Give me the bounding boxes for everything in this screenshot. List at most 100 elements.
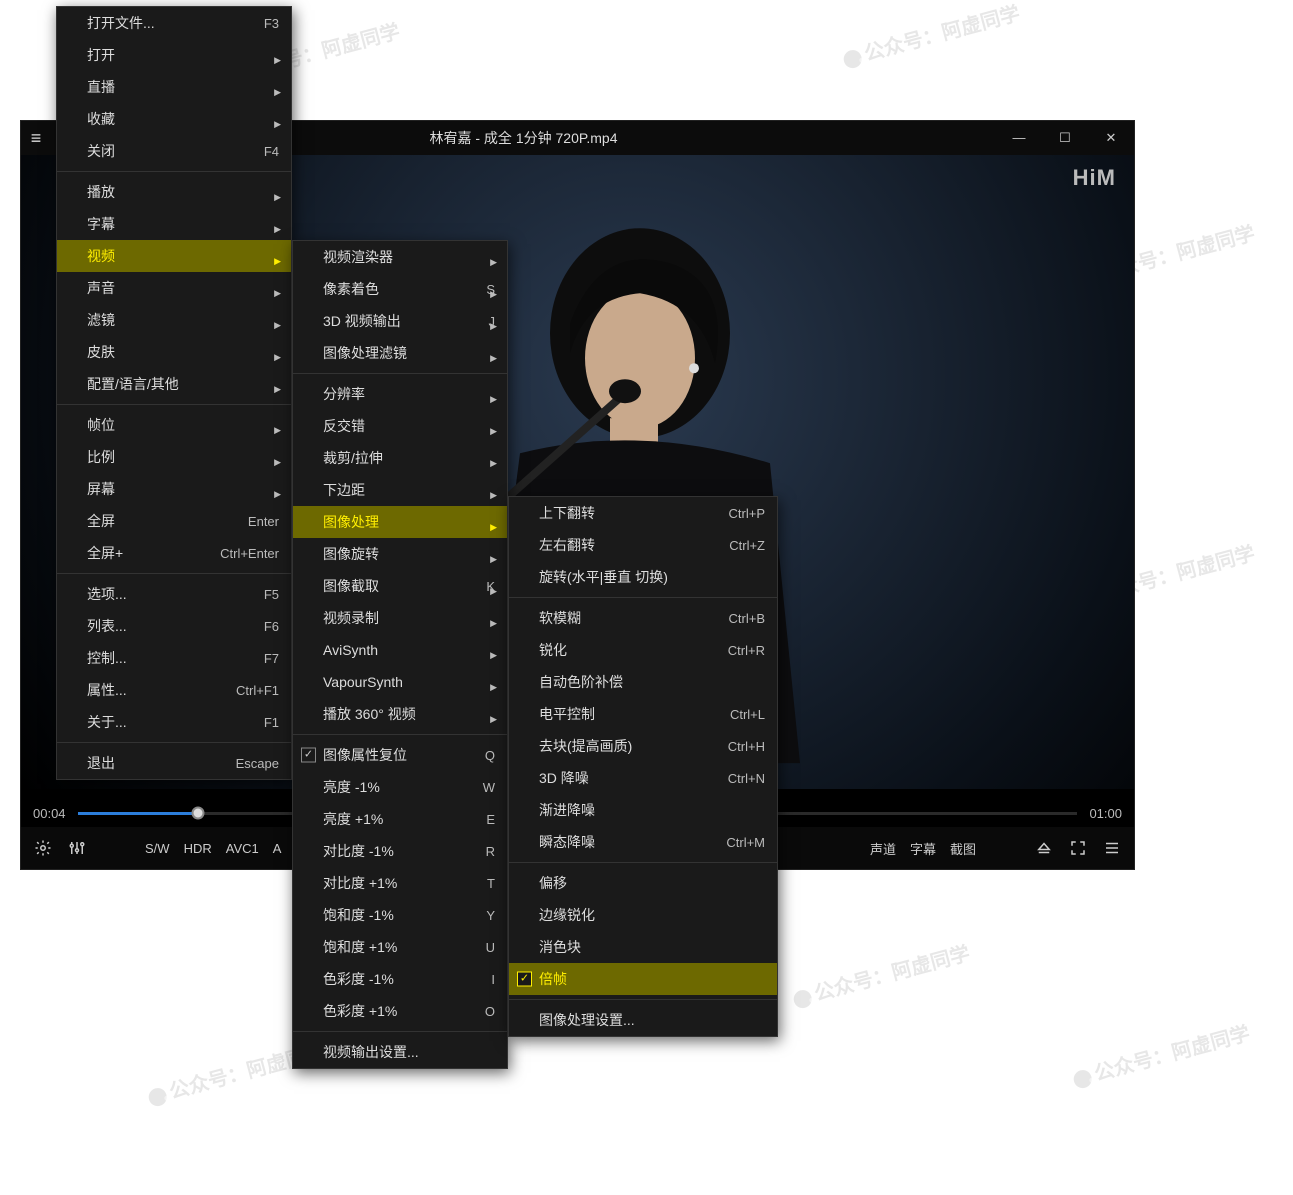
imgproc-menu-item-7[interactable]: 电平控制Ctrl+L bbox=[509, 698, 777, 730]
fullscreen-icon[interactable] bbox=[1068, 838, 1088, 858]
imgproc-menu-item-11[interactable]: 瞬态降噪Ctrl+M bbox=[509, 826, 777, 858]
watermark: 公众号：阿虚同学 bbox=[812, 943, 972, 1006]
imgproc-menu-item-13[interactable]: 偏移 bbox=[509, 867, 777, 899]
video-menu-item-13[interactable]: AviSynth bbox=[293, 634, 507, 666]
audio-channel-button[interactable]: 声道 bbox=[870, 839, 896, 858]
main-menu-item-1[interactable]: 打开 bbox=[57, 39, 291, 71]
menu-label: 收藏 bbox=[87, 109, 115, 129]
video-menu-item-11[interactable]: 图像截取K bbox=[293, 570, 507, 602]
video-menu-item-17[interactable]: 图像属性复位Q bbox=[293, 739, 507, 771]
main-menu-item-0[interactable]: 打开文件...F3 bbox=[57, 7, 291, 39]
menu-label: 全屏 bbox=[87, 511, 115, 531]
main-menu-item-21[interactable]: 列表...F6 bbox=[57, 610, 291, 642]
menu-label: 饱和度 +1% bbox=[323, 937, 397, 957]
menu-label: 全屏+ bbox=[87, 543, 123, 563]
video-menu-item-27[interactable]: 视频输出设置... bbox=[293, 1036, 507, 1068]
video-menu-item-20[interactable]: 对比度 -1%R bbox=[293, 835, 507, 867]
menu-label: 锐化 bbox=[539, 640, 567, 660]
imgproc-menu-item-18[interactable]: 图像处理设置... bbox=[509, 1004, 777, 1036]
main-menu-item-4[interactable]: 关闭F4 bbox=[57, 135, 291, 167]
imgproc-menu-item-6[interactable]: 自动色阶补偿 bbox=[509, 666, 777, 698]
menu-label: 帧位 bbox=[87, 415, 115, 435]
imgproc-menu-item-9[interactable]: 3D 降噪Ctrl+N bbox=[509, 762, 777, 794]
main-menu-item-8[interactable]: 视频 bbox=[57, 240, 291, 272]
seek-fill bbox=[78, 812, 198, 815]
video-menu-item-8[interactable]: 下边距 bbox=[293, 474, 507, 506]
menu-label: 配置/语言/其他 bbox=[87, 374, 179, 394]
imgproc-menu-item-14[interactable]: 边缘锐化 bbox=[509, 899, 777, 931]
video-menu-item-23[interactable]: 饱和度 +1%U bbox=[293, 931, 507, 963]
imgproc-menu-item-4[interactable]: 软模糊Ctrl+B bbox=[509, 602, 777, 634]
menu-shortcut: Q bbox=[445, 748, 495, 763]
video-menu-item-9[interactable]: 图像处理 bbox=[293, 506, 507, 538]
main-menu-item-6[interactable]: 播放 bbox=[57, 176, 291, 208]
main-menu-item-16[interactable]: 屏幕 bbox=[57, 473, 291, 505]
video-menu-item-22[interactable]: 饱和度 -1%Y bbox=[293, 899, 507, 931]
video-menu-item-3[interactable]: 图像处理滤镜 bbox=[293, 337, 507, 369]
codec2-label[interactable]: A bbox=[273, 841, 282, 856]
menu-shortcut: Ctrl+Enter bbox=[180, 546, 279, 561]
video-menu-item-6[interactable]: 反交错 bbox=[293, 410, 507, 442]
main-menu-item-11[interactable]: 皮肤 bbox=[57, 336, 291, 368]
imgproc-menu-item-10[interactable]: 渐进降噪 bbox=[509, 794, 777, 826]
video-menu-item-0[interactable]: 视频渲染器 bbox=[293, 241, 507, 273]
close-button[interactable]: ✕ bbox=[1088, 121, 1134, 155]
menu-label: 视频渲染器 bbox=[323, 247, 393, 267]
imgproc-menu-item-2[interactable]: 旋转(水平|垂直 切换) bbox=[509, 561, 777, 593]
menu-label: 打开文件... bbox=[87, 13, 155, 33]
main-menu-item-7[interactable]: 字幕 bbox=[57, 208, 291, 240]
hdr-button[interactable]: HDR bbox=[184, 841, 212, 856]
menu-label: 播放 bbox=[87, 182, 115, 202]
video-menu-item-24[interactable]: 色彩度 -1%I bbox=[293, 963, 507, 995]
playlist-icon[interactable] bbox=[1102, 838, 1122, 858]
maximize-button[interactable]: ☐ bbox=[1042, 121, 1088, 155]
main-menu-item-23[interactable]: 属性...Ctrl+F1 bbox=[57, 674, 291, 706]
main-menu-item-17[interactable]: 全屏Enter bbox=[57, 505, 291, 537]
main-menu-item-10[interactable]: 滤镜 bbox=[57, 304, 291, 336]
codec1-label[interactable]: AVC1 bbox=[226, 841, 259, 856]
video-menu-item-25[interactable]: 色彩度 +1%O bbox=[293, 995, 507, 1027]
video-menu-item-10[interactable]: 图像旋转 bbox=[293, 538, 507, 570]
main-menu-item-9[interactable]: 声音 bbox=[57, 272, 291, 304]
screenshot-button[interactable]: 截图 bbox=[950, 839, 976, 858]
main-menu-item-12[interactable]: 配置/语言/其他 bbox=[57, 368, 291, 400]
menu-label: 消色块 bbox=[539, 937, 581, 957]
imgproc-menu-item-8[interactable]: 去块(提高画质)Ctrl+H bbox=[509, 730, 777, 762]
video-menu-item-14[interactable]: VapourSynth bbox=[293, 666, 507, 698]
minimize-button[interactable]: — bbox=[996, 121, 1042, 155]
seek-thumb[interactable] bbox=[191, 807, 204, 820]
main-menu-item-18[interactable]: 全屏+ Ctrl+Enter bbox=[57, 537, 291, 569]
video-menu-item-5[interactable]: 分辨率 bbox=[293, 378, 507, 410]
video-menu-item-15[interactable]: 播放 360° 视频 bbox=[293, 698, 507, 730]
menu-icon[interactable]: ≡ bbox=[21, 128, 51, 149]
main-menu-item-22[interactable]: 控制...F7 bbox=[57, 642, 291, 674]
video-menu-item-19[interactable]: 亮度 +1%E bbox=[293, 803, 507, 835]
main-menu-item-14[interactable]: 帧位 bbox=[57, 409, 291, 441]
equalizer-icon[interactable] bbox=[67, 838, 87, 858]
main-menu-item-3[interactable]: 收藏 bbox=[57, 103, 291, 135]
main-menu-item-24[interactable]: 关于...F1 bbox=[57, 706, 291, 738]
video-menu-item-7[interactable]: 裁剪/拉伸 bbox=[293, 442, 507, 474]
imgproc-menu-item-1[interactable]: 左右翻转Ctrl+Z bbox=[509, 529, 777, 561]
eject-icon[interactable] bbox=[1034, 838, 1054, 858]
menu-separator bbox=[57, 171, 291, 172]
video-menu-item-21[interactable]: 对比度 +1%T bbox=[293, 867, 507, 899]
video-menu-item-2[interactable]: 3D 视频输出J bbox=[293, 305, 507, 337]
imgproc-menu-item-0[interactable]: 上下翻转Ctrl+P bbox=[509, 497, 777, 529]
video-menu-item-1[interactable]: 像素着色S bbox=[293, 273, 507, 305]
main-menu-item-2[interactable]: 直播 bbox=[57, 71, 291, 103]
sw-button[interactable]: S/W bbox=[145, 841, 170, 856]
main-menu-item-20[interactable]: 选项...F5 bbox=[57, 578, 291, 610]
menu-shortcut: Ctrl+Z bbox=[689, 538, 765, 553]
imgproc-menu-item-16[interactable]: 倍帧 bbox=[509, 963, 777, 995]
main-menu-item-26[interactable]: 退出Escape bbox=[57, 747, 291, 779]
video-menu-item-12[interactable]: 视频录制 bbox=[293, 602, 507, 634]
menu-label: 电平控制 bbox=[539, 704, 595, 724]
video-menu-item-18[interactable]: 亮度 -1%W bbox=[293, 771, 507, 803]
menu-label: 自动色阶补偿 bbox=[539, 672, 623, 692]
subtitle-button[interactable]: 字幕 bbox=[910, 839, 936, 858]
imgproc-menu-item-5[interactable]: 锐化Ctrl+R bbox=[509, 634, 777, 666]
imgproc-menu-item-15[interactable]: 消色块 bbox=[509, 931, 777, 963]
main-menu-item-15[interactable]: 比例 bbox=[57, 441, 291, 473]
settings-icon[interactable] bbox=[33, 838, 53, 858]
